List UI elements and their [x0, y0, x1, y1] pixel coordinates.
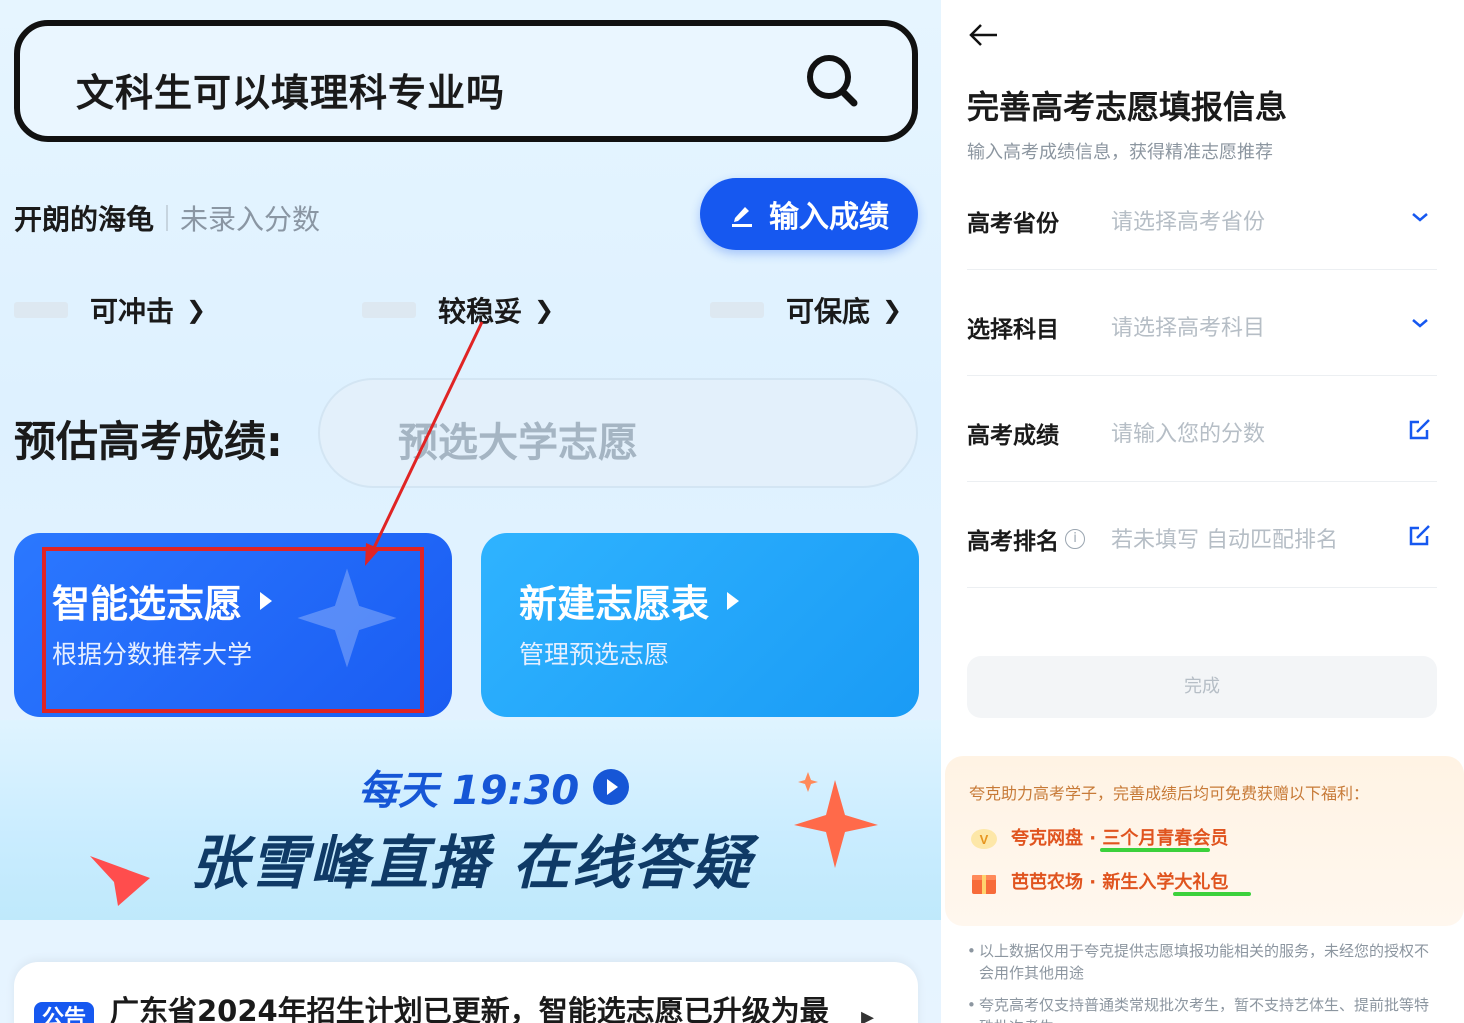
field-label: 高考成绩 [967, 423, 1059, 449]
annotation-underline [1173, 892, 1251, 896]
card-title-text: 新建志愿表 [519, 582, 710, 626]
info-icon[interactable]: i [1065, 529, 1085, 549]
disclaimer-text: 夸克高考仅支持普通类常规批次考生，暂不支持艺体生、提前批等特殊批次考生 [967, 994, 1437, 1023]
category-stable[interactable]: 较稳妥 ❯ [362, 290, 554, 330]
field-label-text: 高考排名 [967, 529, 1059, 555]
benefit-text: 夸克网盘 · 三个月青春会员 [1011, 828, 1229, 849]
category-safe[interactable]: 可保底 ❯ [710, 290, 902, 330]
subject-field[interactable]: 选择科目 请选择高考科目 [967, 270, 1437, 376]
annotation-underline [1100, 848, 1210, 852]
category-label: 可保底 [786, 295, 871, 328]
live-banner[interactable]: 每天 19:30 张雪峰直播 在线答疑 [0, 720, 941, 920]
search-icon[interactable] [804, 52, 862, 110]
field-placeholder: 请输入您的分数 [1111, 422, 1266, 447]
edit-icon[interactable] [1407, 522, 1433, 548]
category-reach[interactable]: 可冲击 ❯ [14, 290, 206, 330]
placeholder-bar [710, 302, 764, 318]
sparkle-icon [794, 772, 878, 868]
category-label: 可冲击 [90, 295, 175, 328]
new-form-card[interactable]: 新建志愿表 管理预选志愿 [481, 533, 919, 717]
live-title: 张雪峰直播 在线答疑 [190, 829, 753, 897]
done-button[interactable]: 完成 [967, 656, 1437, 718]
chevron-right-icon: ❯ [186, 296, 207, 324]
placeholder-bar [362, 302, 416, 318]
enter-score-label: 输入成绩 [769, 200, 889, 235]
field-label: 高考排名 i [967, 522, 1085, 556]
live-time-text: 每天 19:30 [358, 768, 580, 814]
svg-text:V: V [980, 832, 989, 847]
field-label: 高考省份 [967, 211, 1059, 237]
play-icon [593, 769, 630, 805]
benefits-panel: 夸克助力高考学子，完善成绩后均可免费获赠以下福利： V 夸克网盘 · 三个月青春… [945, 756, 1464, 926]
benefit-text: 芭芭农场 · 新生入学大礼包 [1011, 872, 1229, 893]
right-panel: 完善高考志愿填报信息 输入高考成绩信息，获得精准志愿推荐 高考省份 请选择高考省… [941, 0, 1464, 1023]
chevron-down-icon[interactable] [1407, 204, 1433, 230]
back-arrow-icon[interactable] [967, 18, 1001, 52]
field-placeholder: 请选择高考省份 [1111, 210, 1266, 235]
search-bar[interactable]: 文科生可以填理科专业吗 [14, 20, 918, 142]
paper-plane-icon [90, 856, 150, 906]
user-info: 开朗的海龟 未录入分数 [14, 198, 320, 238]
enter-score-button[interactable]: 输入成绩 [700, 178, 918, 250]
notice-bar[interactable]: 公告 广东省2024年招生计划已更新，智能选志愿已升级为最 ▸ [14, 962, 918, 1023]
province-field[interactable]: 高考省份 请选择高考省份 [967, 164, 1437, 270]
page-subtitle: 输入高考成绩信息，获得精准志愿推荐 [967, 142, 1273, 163]
notice-badge: 公告 [34, 1002, 94, 1023]
benefits-intro: 夸克助力高考学子，完善成绩后均可免费获赠以下福利： [969, 784, 1370, 803]
card-title: 新建志愿表 [519, 573, 740, 628]
estimate-placeholder: 预选大学志愿 [398, 420, 638, 466]
page-title: 完善高考志愿填报信息 [967, 88, 1288, 126]
score-field[interactable]: 高考成绩 请输入您的分数 [967, 376, 1437, 482]
field-label: 选择科目 [967, 317, 1059, 343]
annotation-highlight-box [42, 547, 424, 713]
rank-field[interactable]: 高考排名 i 若未填写 自动匹配排名 [967, 482, 1437, 588]
chevron-right-icon: ❯ [882, 296, 903, 324]
notice-text: 广东省2024年招生计划已更新，智能选志愿已升级为最 [110, 994, 829, 1023]
divider [166, 205, 169, 231]
disclaimer-text: 以上数据仅用于夸克提供志愿填报功能相关的服务，未经您的授权不会用作其他用途 [967, 940, 1437, 984]
chevron-right-icon: ❯ [534, 296, 555, 324]
chevron-right-icon: ▸ [860, 1002, 874, 1023]
left-panel: 文科生可以填理科专业吗 开朗的海龟 未录入分数 输入成绩 可冲击 ❯ 较稳妥 ❯… [0, 0, 941, 1023]
category-label: 较稳妥 [438, 295, 523, 328]
estimate-label: 预估高考成绩: [14, 417, 283, 466]
score-status: 未录入分数 [180, 203, 321, 236]
gift-icon [972, 875, 996, 894]
search-query: 文科生可以填理科专业吗 [76, 71, 506, 115]
pencil-icon [732, 207, 752, 227]
user-name: 开朗的海龟 [14, 203, 155, 236]
chevron-down-icon[interactable] [1407, 310, 1433, 336]
field-placeholder: 请选择高考科目 [1111, 316, 1266, 341]
quark-drive-icon: V [971, 829, 997, 849]
card-subtitle: 管理预选志愿 [519, 640, 670, 669]
live-time: 每天 19:30 [358, 758, 630, 816]
estimate-input[interactable]: 预选大学志愿 [318, 378, 918, 488]
play-arrow-icon [727, 591, 740, 610]
placeholder-bar [14, 302, 68, 318]
edit-icon[interactable] [1407, 416, 1433, 442]
field-placeholder: 若未填写 自动匹配排名 [1111, 528, 1338, 553]
